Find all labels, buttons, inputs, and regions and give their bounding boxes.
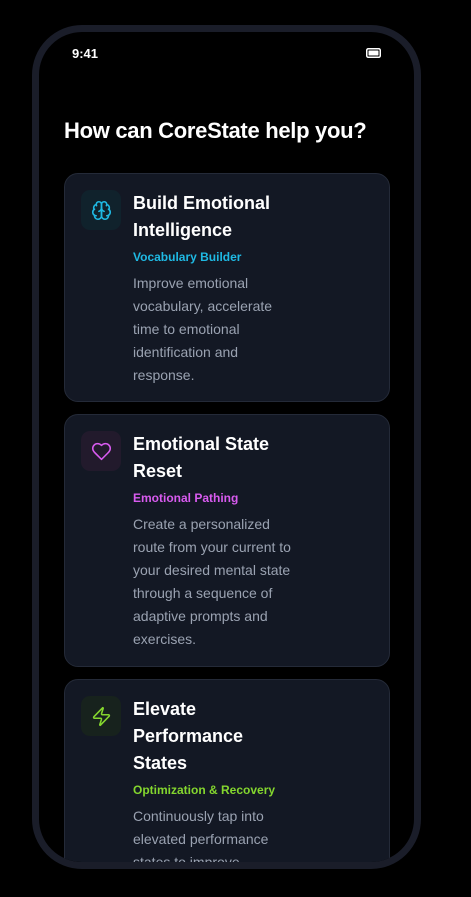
card-description: Create a personalized route from your cu… xyxy=(133,516,291,647)
option-card-emotional-intelligence[interactable]: Build Emotional Intelligence Vocabulary … xyxy=(64,173,390,402)
card-subtitle: Optimization & Recovery xyxy=(133,783,276,797)
card-icon-container xyxy=(81,190,121,230)
heart-icon xyxy=(91,442,111,460)
card-subtitle: Emotional Pathing xyxy=(133,491,239,505)
page-title: How can CoreState help you? xyxy=(64,118,367,143)
card-icon-container xyxy=(81,431,121,471)
card-description: Continuously tap into elevated performan… xyxy=(133,808,269,869)
card-title: Elevate Performance States xyxy=(133,699,244,773)
option-card-elevate-performance[interactable]: Elevate Performance States Optimization … xyxy=(64,679,390,869)
option-card-emotional-state-reset[interactable]: Emotional State Reset Emotional Pathing … xyxy=(64,414,390,667)
card-icon-container xyxy=(81,696,121,736)
card-title: Emotional State Reset xyxy=(133,434,270,481)
card-text: Build Emotional Intelligence Vocabulary … xyxy=(133,190,298,387)
card-description: Improve emotional vocabulary, accelerate… xyxy=(133,275,273,383)
card-title: Build Emotional Intelligence xyxy=(133,193,270,240)
phone-frame: 9:41 How can CoreState help you? Build E… xyxy=(32,25,421,869)
card-subtitle: Vocabulary Builder xyxy=(133,250,242,264)
status-time: 9:41 xyxy=(72,46,99,61)
brain-icon xyxy=(91,200,111,220)
card-text: Elevate Performance States Optimization … xyxy=(133,696,298,869)
status-bar: 9:41 xyxy=(39,32,414,72)
battery-icon xyxy=(366,48,381,58)
card-text: Emotional State Reset Emotional Pathing … xyxy=(133,431,298,651)
lightning-icon xyxy=(92,706,110,726)
